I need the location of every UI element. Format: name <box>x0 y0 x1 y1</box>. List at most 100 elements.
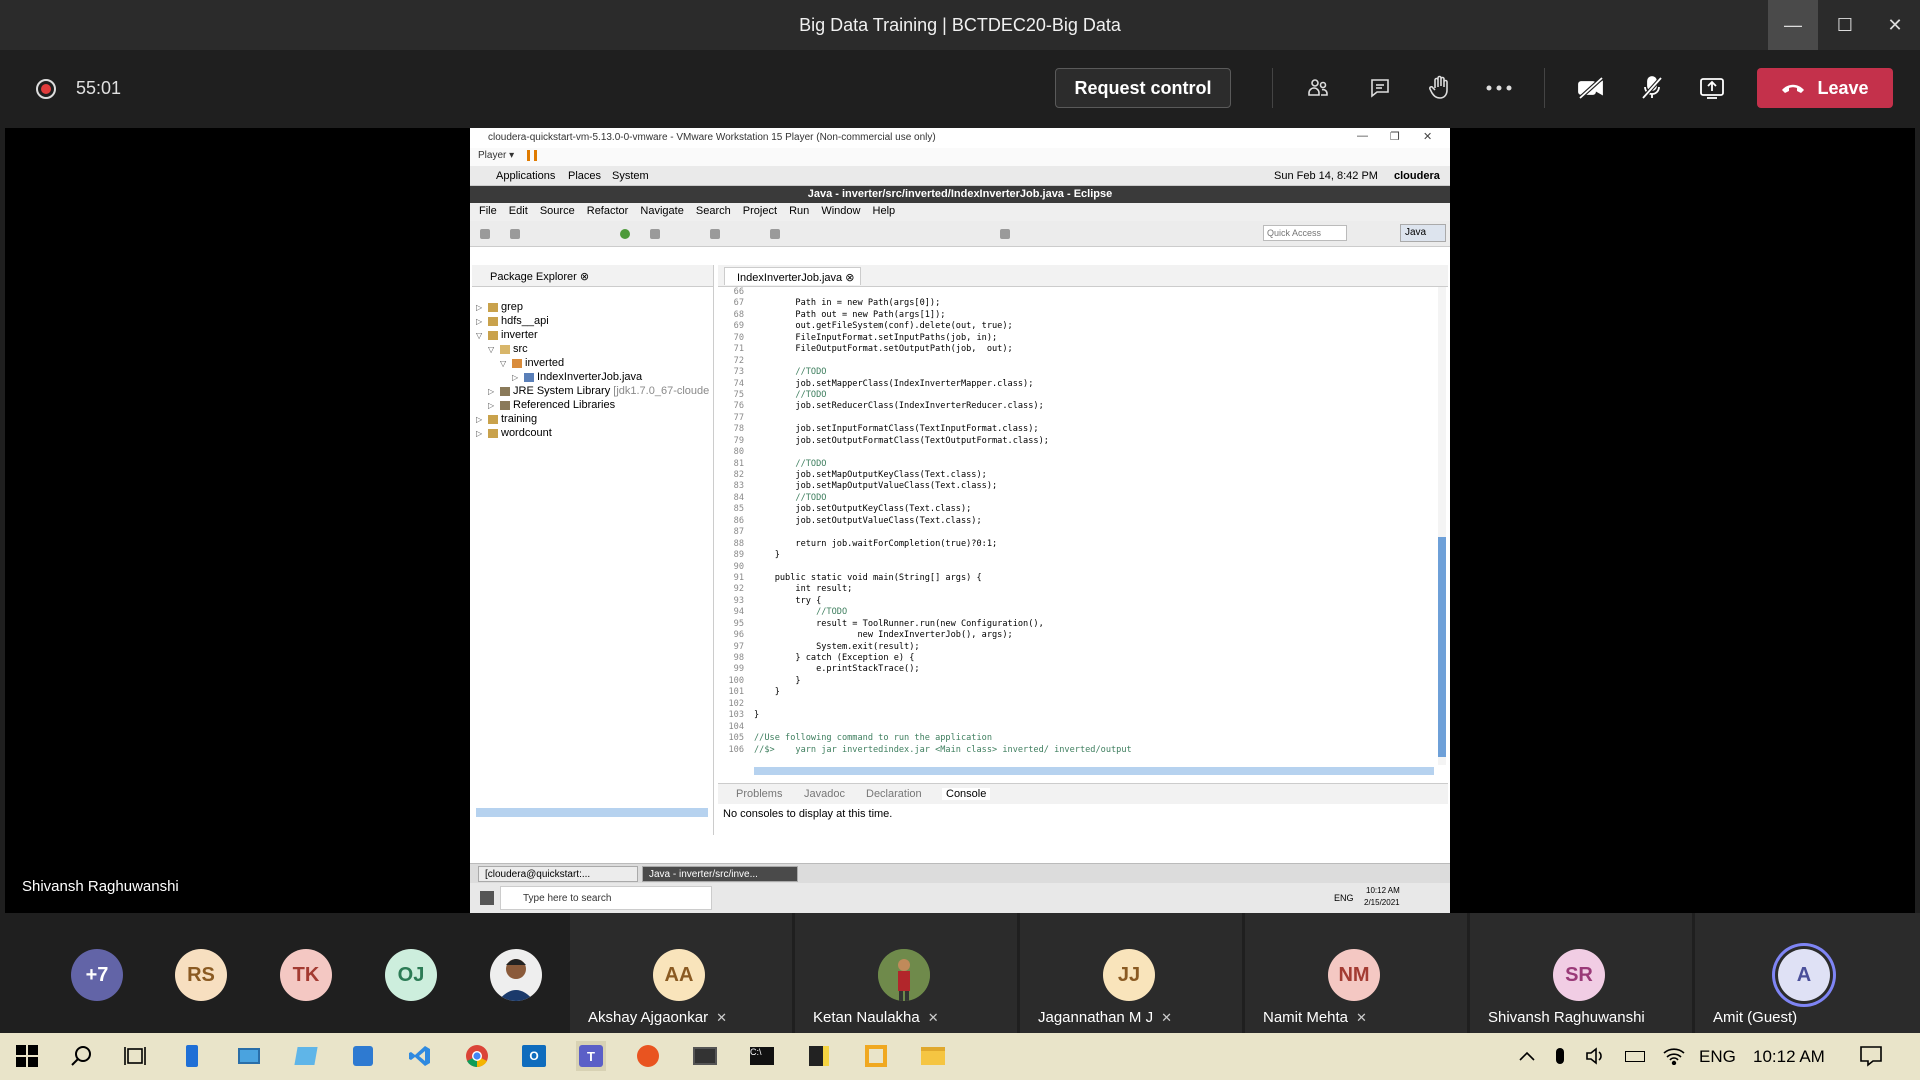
code-area[interactable]: 66 67 Path in = new Path(args[0]); 68 Path… <box>718 287 1438 756</box>
scroll-thumb[interactable] <box>1438 537 1446 757</box>
tree-item-inverter[interactable]: ▽ inverter <box>476 329 538 341</box>
battery-icon[interactable] <box>1620 1041 1650 1071</box>
code-line[interactable]: 104 <box>718 722 1438 733</box>
vm-close-icon[interactable]: ✕ <box>1423 130 1432 143</box>
tab-problems[interactable]: Problems <box>736 788 782 800</box>
virtualbox-icon[interactable] <box>348 1041 378 1071</box>
mic-off-icon[interactable] <box>1632 70 1672 106</box>
open-type-icon[interactable] <box>770 229 780 239</box>
outlook-icon[interactable]: O <box>519 1041 549 1071</box>
code-line[interactable]: 91 public static void main(String[] args… <box>718 573 1438 584</box>
gnome-menu-applications[interactable]: Applications <box>496 170 555 182</box>
quick-access-input[interactable] <box>1263 225 1347 241</box>
avatar[interactable]: TK <box>280 949 332 1001</box>
wifi-icon[interactable] <box>1659 1041 1689 1071</box>
player-menu[interactable]: Player <box>478 150 506 161</box>
gnome-menu-system[interactable]: System <box>612 170 649 182</box>
tree-item-wordcount[interactable]: ▷ wordcount <box>476 427 552 439</box>
menu-project[interactable]: Project <box>743 205 777 217</box>
menu-navigate[interactable]: Navigate <box>640 205 683 217</box>
participants-icon[interactable] <box>1298 70 1338 106</box>
code-line[interactable]: 72 <box>718 356 1438 367</box>
tab-console[interactable]: Console <box>942 788 991 800</box>
code-line[interactable]: 85 job.setOutputKeyClass(Text.class); <box>718 504 1438 515</box>
participant-tile[interactable]: SR Shivansh Raghuwanshi <box>1470 913 1692 1033</box>
close-icon[interactable]: ✕ <box>1870 0 1920 50</box>
participant-tile[interactable]: NM Namit Mehta ✕ <box>1245 913 1467 1033</box>
code-line[interactable]: 84 //TODO <box>718 493 1438 504</box>
run-icon[interactable] <box>620 229 630 239</box>
code-line[interactable]: 80 <box>718 447 1438 458</box>
tree-item-referenced-libraries[interactable]: ▷ Referenced Libraries <box>488 399 615 411</box>
teams-icon[interactable]: T <box>576 1041 606 1071</box>
system-clock[interactable]: 10:12 AM <box>1753 1047 1825 1067</box>
file-explorer-icon[interactable] <box>918 1041 948 1071</box>
menu-refactor[interactable]: Refactor <box>587 205 629 217</box>
code-line[interactable]: 106 //$> yarn jar invertedindex.jar <Main… <box>718 745 1438 756</box>
debug-icon[interactable] <box>650 229 660 239</box>
notifications-icon[interactable] <box>1856 1041 1886 1071</box>
editor-tab[interactable]: IndexInverterJob.java ⊗ <box>724 267 862 285</box>
vm-restore-icon[interactable]: ❐ <box>1390 130 1400 143</box>
camera-off-icon[interactable] <box>1571 70 1611 106</box>
code-line[interactable]: 66 <box>718 287 1438 298</box>
eclipse-task[interactable]: Java - inverter/src/inve... <box>642 866 798 882</box>
leave-button[interactable]: Leave <box>1757 68 1893 108</box>
windows-start-icon[interactable] <box>12 1041 42 1071</box>
code-line[interactable]: 89 } <box>718 550 1438 561</box>
minimize-icon[interactable]: — <box>1768 0 1818 50</box>
vscode-icon[interactable] <box>405 1041 435 1071</box>
search-icon[interactable] <box>66 1041 96 1071</box>
code-line[interactable]: 82 job.setMapOutputKeyClass(Text.class); <box>718 470 1438 481</box>
code-line[interactable]: 70 FileInputFormat.setInputPaths(job, in… <box>718 333 1438 344</box>
participant-tile[interactable]: Ketan Naulakha ✕ <box>795 913 1017 1033</box>
java-perspective-button[interactable]: Java <box>1400 224 1446 242</box>
start-icon[interactable] <box>480 891 494 905</box>
tree-item-grep[interactable]: ▷ grep <box>476 301 523 313</box>
maximize-icon[interactable]: ☐ <box>1820 0 1870 50</box>
menu-source[interactable]: Source <box>540 205 575 217</box>
more-options-icon[interactable] <box>1479 70 1519 106</box>
tree-item-inverted[interactable]: ▽ inverted <box>500 357 564 369</box>
code-line[interactable]: 77 <box>718 413 1438 424</box>
code-line[interactable]: 99 e.printStackTrace(); <box>718 664 1438 675</box>
code-line[interactable]: 97 System.exit(result); <box>718 642 1438 653</box>
vm-minimize-icon[interactable]: — <box>1357 130 1368 142</box>
code-line[interactable]: 78 job.setInputFormatClass(TextInputForm… <box>718 424 1438 435</box>
share-screen-icon[interactable] <box>1692 70 1732 106</box>
new-class-icon[interactable] <box>710 229 720 239</box>
vertical-scrollbar[interactable] <box>1438 287 1446 765</box>
tree-item-hdfs-api[interactable]: ▷ hdfs__api <box>476 315 549 327</box>
menu-search[interactable]: Search <box>696 205 731 217</box>
cmd-icon[interactable]: C:\ <box>747 1041 777 1071</box>
remote-desktop-icon[interactable] <box>234 1041 264 1071</box>
code-line[interactable]: 100 } <box>718 676 1438 687</box>
code-line[interactable]: 103} <box>718 710 1438 721</box>
phone-app-icon[interactable] <box>177 1041 207 1071</box>
avatar[interactable]: RS <box>175 949 227 1001</box>
overflow-participants[interactable]: +7 <box>71 949 123 1001</box>
language-indicator[interactable]: ENG <box>1699 1047 1736 1067</box>
code-line[interactable]: 86 job.setOutputValueClass(Text.class); <box>718 516 1438 527</box>
code-line[interactable]: 101 } <box>718 687 1438 698</box>
save-icon[interactable] <box>510 229 520 239</box>
back-icon[interactable] <box>1000 229 1010 239</box>
chrome-icon[interactable] <box>462 1041 492 1071</box>
shared-screen[interactable]: cloudera-quickstart-vm-5.13.0-0-vmware -… <box>470 128 1450 913</box>
menu-help[interactable]: Help <box>873 205 896 217</box>
code-editor[interactable]: IndexInverterJob.java ⊗ 66 67 Path in = n… <box>718 265 1448 780</box>
code-line[interactable]: 81 //TODO <box>718 459 1438 470</box>
code-line[interactable]: 71 FileOutputFormat.setOutputPath(job, o… <box>718 344 1438 355</box>
menu-window[interactable]: Window <box>821 205 860 217</box>
code-line[interactable]: 83 job.setMapOutputValueClass(Text.class… <box>718 481 1438 492</box>
request-control-button[interactable]: Request control <box>1055 68 1231 108</box>
code-line[interactable]: 102 <box>718 699 1438 710</box>
avatar[interactable]: OJ <box>385 949 437 1001</box>
code-line[interactable]: 68 Path out = new Path(args[1]); <box>718 310 1438 321</box>
tree-item-training[interactable]: ▷ training <box>476 413 537 425</box>
tab-javadoc[interactable]: Javadoc <box>804 788 845 800</box>
menu-file[interactable]: File <box>479 205 497 217</box>
ubuntu-icon[interactable] <box>633 1041 663 1071</box>
new-icon[interactable] <box>480 229 490 239</box>
chat-icon[interactable] <box>1360 70 1400 106</box>
